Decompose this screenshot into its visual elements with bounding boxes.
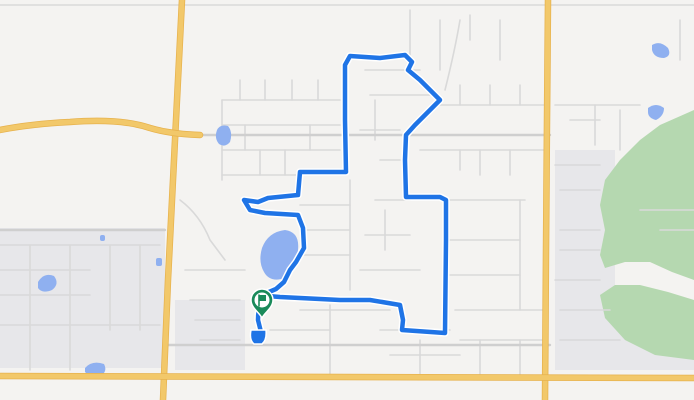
pond-small-a bbox=[156, 258, 162, 266]
pond-west bbox=[215, 125, 232, 146]
highway-east bbox=[542, 0, 551, 400]
map-canvas[interactable] bbox=[0, 0, 694, 400]
highway-south bbox=[0, 373, 694, 381]
map-svg bbox=[0, 0, 694, 400]
route-end-icon[interactable] bbox=[249, 329, 267, 345]
pond-small-b bbox=[100, 235, 105, 241]
